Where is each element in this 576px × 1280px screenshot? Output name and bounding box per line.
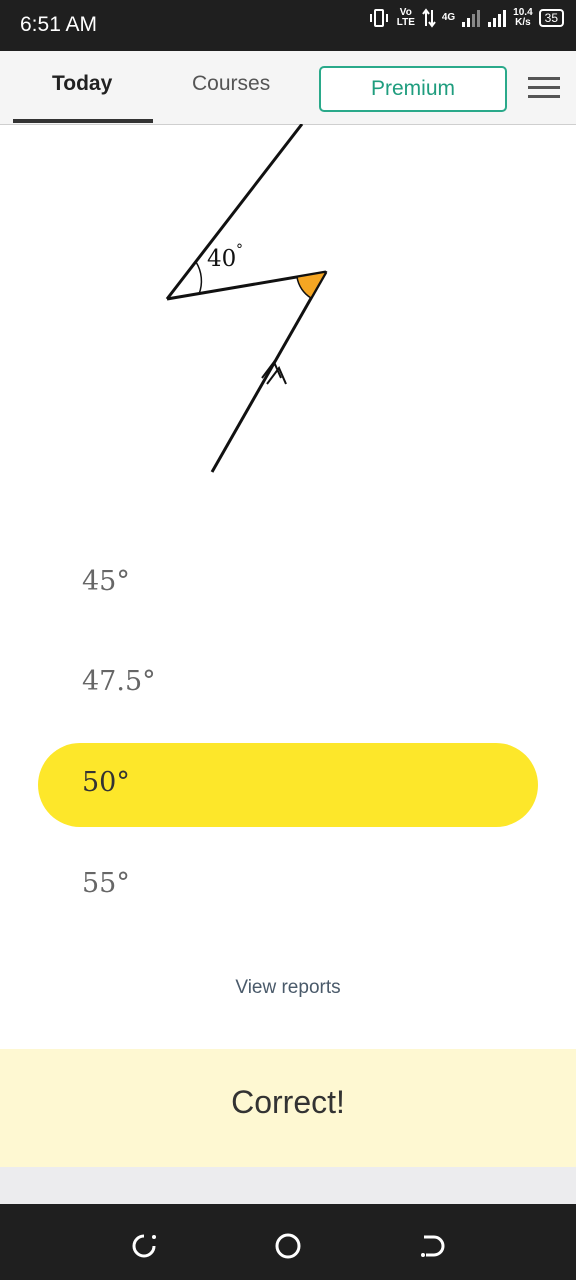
premium-button[interactable]: Premium [319, 66, 507, 112]
unknown-angle-marker [296, 270, 328, 300]
result-text: Correct! [231, 1084, 345, 1120]
network-type: 4G [441, 12, 456, 23]
lower-ray [210, 271, 328, 473]
option-47-5[interactable]: 47.5° [82, 666, 156, 697]
status-bar: 6:51 AM Vo LTE 4G 10.4 K/s 35 [0, 0, 576, 51]
vibrate-icon [369, 9, 388, 27]
network-speed-unit: K/s [515, 17, 531, 28]
option-50-selected[interactable]: 50° [82, 767, 130, 798]
battery-icon: 35 [538, 9, 564, 27]
signal-icon-2 [488, 10, 507, 27]
angle-diagram: 40 ° [165, 124, 328, 473]
status-time: 6:51 AM [20, 13, 98, 36]
hamburger-menu-icon[interactable] [528, 77, 560, 99]
network-speed: 10.4 K/s [513, 8, 532, 28]
bottom-divider [0, 1167, 576, 1204]
status-icons: Vo LTE 4G 10.4 K/s 35 [368, 8, 564, 28]
view-reports-link[interactable]: View reports [0, 977, 576, 999]
option-45[interactable]: 45° [82, 566, 130, 597]
active-tab-indicator [13, 119, 153, 123]
angle-label-degree: ° [236, 242, 243, 258]
option-55[interactable]: 55° [82, 868, 130, 899]
tab-courses[interactable]: Courses [192, 72, 270, 96]
volte-indicator: Vo LTE [396, 7, 415, 28]
top-navigation: Today Courses Premium [0, 51, 576, 125]
signal-icon-1 [462, 10, 481, 27]
tab-today[interactable]: Today [52, 72, 112, 96]
upper-ray [165, 124, 304, 300]
result-banner: Correct! [0, 1049, 576, 1167]
data-transfer-icon [422, 8, 436, 28]
system-navigation-bar [0, 1204, 576, 1280]
recent-apps-icon[interactable] [124, 1226, 164, 1266]
angle-label-40: 40 [207, 246, 236, 272]
back-icon[interactable] [412, 1226, 452, 1266]
angle-arc-40 [195, 261, 203, 295]
home-icon[interactable] [268, 1226, 308, 1266]
